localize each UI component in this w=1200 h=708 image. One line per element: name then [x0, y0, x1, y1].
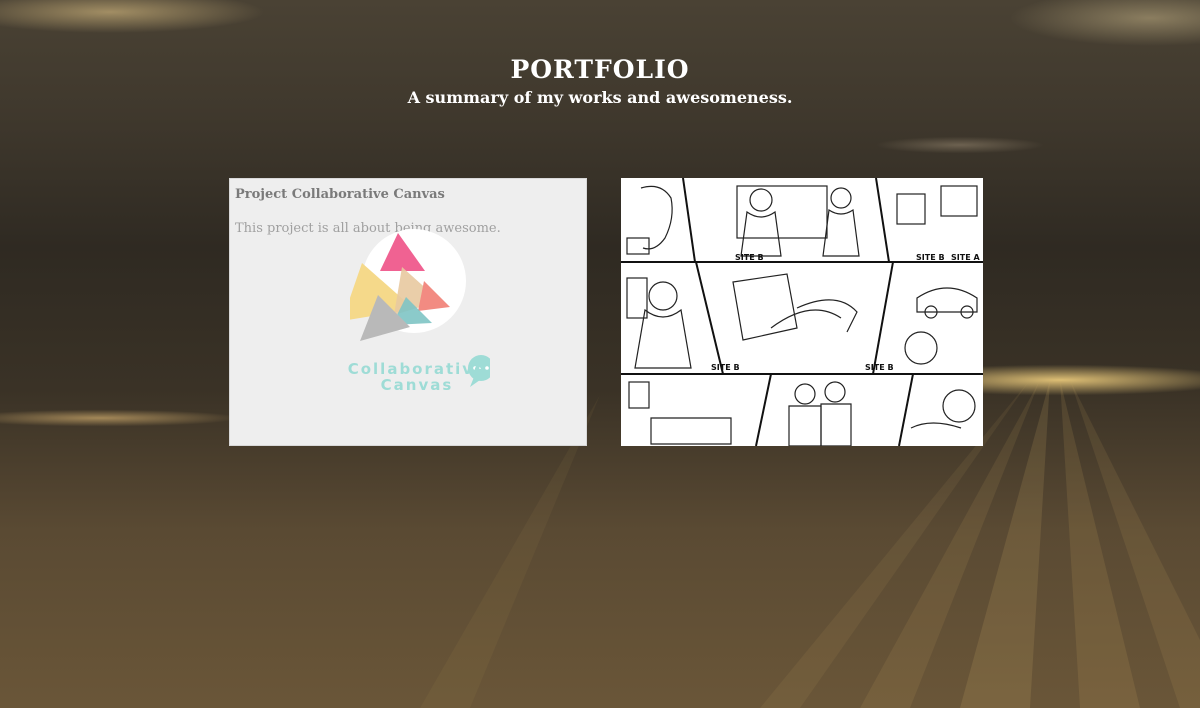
project-card-storyboard[interactable]: SITE B SITE B SITE A SITE B SITE B — [621, 178, 983, 446]
storyboard-comic-image: SITE B SITE B SITE A SITE B SITE B — [621, 178, 983, 446]
panel-label-5: SITE B — [865, 363, 894, 372]
panel-label-4: SITE B — [711, 363, 740, 372]
page-header: PORTFOLIO A summary of my works and awes… — [0, 55, 1200, 111]
page-subtitle: A summary of my works and awesomeness. — [407, 88, 793, 107]
logo-wordmark: Collaborative Canvas — [332, 361, 502, 393]
project-title: Project Collaborative Canvas — [235, 187, 445, 202]
page-title: PORTFOLIO — [510, 55, 690, 84]
panel-label-2: SITE B — [916, 253, 945, 262]
logo-text-line-2: Canvas — [380, 376, 454, 394]
logo-text-line-1: Collaborative — [347, 360, 487, 378]
panel-label-3: SITE A — [951, 253, 980, 262]
project-card-collaborative-canvas[interactable]: Project Collaborative Canvas This projec… — [229, 178, 587, 446]
panel-label-1: SITE B — [735, 253, 764, 262]
